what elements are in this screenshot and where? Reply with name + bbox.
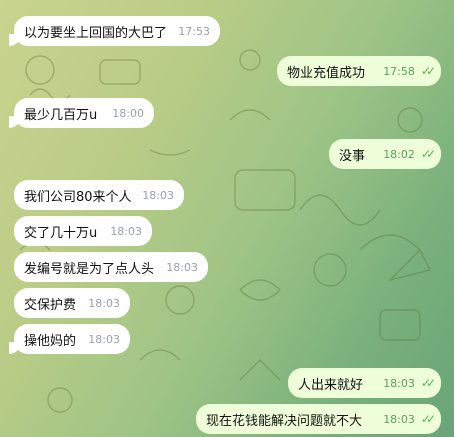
message-text: 没事	[339, 148, 366, 164]
message-time: 18:03	[110, 224, 142, 238]
message-bubble: 以为要坐上回国的大巴了 17:53	[9, 16, 220, 46]
message-bubble: 现在花钱能解决问题就不大 18:03 ✓✓	[196, 404, 441, 434]
message-text: 交了几十万u	[24, 225, 98, 241]
message-text: 最少几百万u	[24, 107, 98, 123]
message-bubble: 最少几百万u 18:00	[9, 98, 154, 128]
message-text: 发编号就是为了点人头	[24, 261, 155, 277]
message-bubble: 交了几十万u 18:03	[14, 216, 152, 246]
read-checkmark-icon: ✓✓	[420, 412, 436, 426]
message-text: 我们公司80来个人	[24, 189, 132, 205]
message-text: 现在花钱能解决问题就不大	[206, 413, 363, 429]
message-bubble: 发编号就是为了点人头 18:03	[14, 252, 208, 282]
message-bubble: 我们公司80来个人 18:03	[14, 180, 184, 210]
message-time: 17:58	[383, 64, 415, 78]
message-bubble: 交保护费 18:03	[14, 288, 130, 318]
chat-area[interactable]: 以为要坐上回国的大巴了 17:53 物业充值成功 17:58 ✓✓ 最少几百万u…	[0, 0, 454, 437]
message-bubble: 物业充值成功 17:58 ✓✓	[277, 56, 441, 86]
read-checkmark-icon: ✓✓	[420, 64, 436, 78]
message-text: 物业充值成功	[287, 65, 366, 81]
read-checkmark-icon: ✓✓	[420, 376, 436, 390]
read-checkmark-icon: ✓✓	[420, 147, 436, 161]
message-time: 18:00	[112, 106, 144, 120]
message-time: 18:03	[383, 412, 415, 426]
message-time: 18:03	[88, 332, 120, 346]
message-text: 以为要坐上回国的大巴了	[24, 25, 168, 41]
message-time: 18:03	[166, 260, 198, 274]
message-text: 操他妈的	[24, 333, 77, 349]
message-bubble: 人出来就好 18:03 ✓✓	[288, 368, 441, 398]
message-bubble: 操他妈的 18:03	[9, 324, 130, 354]
message-time: 18:03	[383, 376, 415, 390]
message-time: 17:53	[178, 24, 210, 38]
message-time: 18:03	[88, 296, 120, 310]
message-text: 人出来就好	[298, 377, 364, 393]
message-text: 交保护费	[24, 297, 77, 313]
message-time: 18:02	[383, 147, 415, 161]
message-bubble: 没事 18:02 ✓✓	[329, 139, 441, 169]
message-time: 18:03	[142, 188, 174, 202]
